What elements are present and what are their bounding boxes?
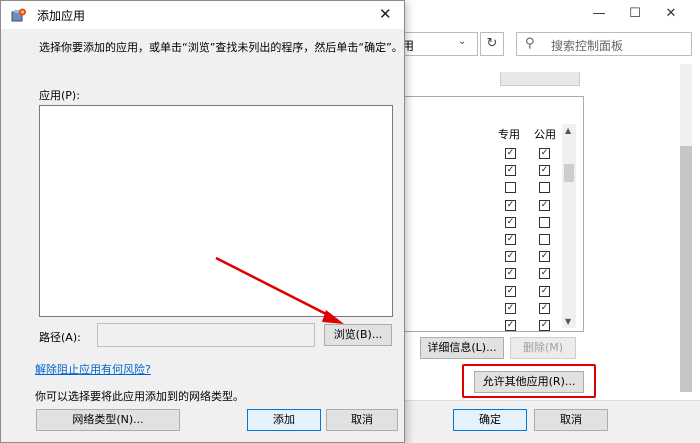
checkbox-public[interactable]: ✓ bbox=[539, 148, 550, 159]
checkbox-public[interactable]: ✓ bbox=[539, 302, 550, 314]
search-input[interactable]: ⚲ 搜索控制面板 bbox=[516, 32, 692, 56]
checkbox-public[interactable] bbox=[539, 216, 550, 228]
allowed-apps-list[interactable] bbox=[404, 96, 584, 332]
checkbox-private[interactable] bbox=[505, 182, 516, 194]
scroll-up-icon[interactable]: ▲ bbox=[565, 126, 571, 135]
delete-button[interactable]: 删除(M) bbox=[510, 337, 576, 359]
col-private-header: 专用 bbox=[498, 128, 520, 141]
checkbox-public[interactable] bbox=[539, 234, 550, 245]
search-icon: ⚲ bbox=[525, 36, 535, 51]
checkbox-private[interactable]: ✓ bbox=[505, 268, 516, 280]
checkbox-public[interactable]: ✓ bbox=[539, 320, 550, 331]
change-settings-button-fragment[interactable] bbox=[500, 72, 580, 86]
firewall-app-icon bbox=[11, 8, 26, 22]
dialog-title: 添加应用 bbox=[37, 9, 86, 23]
network-type-text: 你可以选择要将此应用添加到的网络类型。 bbox=[35, 390, 244, 403]
page-scrollbar-thumb[interactable] bbox=[680, 146, 692, 392]
add-button[interactable]: 添加 bbox=[247, 409, 321, 431]
risk-help-link[interactable]: 解除阻止应用有何风险? bbox=[35, 361, 151, 377]
refresh-icon[interactable]: ↻ bbox=[480, 32, 504, 56]
dialog-titlebar: 添加应用 ✕ bbox=[1, 1, 404, 29]
list-scrollbar[interactable] bbox=[562, 124, 576, 328]
checkbox-private[interactable]: ✓ bbox=[505, 165, 516, 177]
network-type-button[interactable]: 网络类型(N)... bbox=[36, 409, 180, 431]
search-placeholder: 搜索控制面板 bbox=[551, 39, 624, 53]
apps-label: 应用(P): bbox=[39, 89, 80, 102]
checkbox-private[interactable]: ✓ bbox=[505, 234, 516, 245]
checkbox-private[interactable]: ✓ bbox=[505, 216, 516, 228]
col-public-header: 公用 bbox=[534, 128, 556, 141]
path-label: 路径(A): bbox=[39, 331, 81, 344]
checkbox-public[interactable]: ✓ bbox=[539, 268, 550, 280]
checkbox-public[interactable]: ✓ bbox=[539, 199, 550, 211]
checkbox-public[interactable]: ✓ bbox=[539, 165, 550, 177]
close-icon[interactable]: ✕ bbox=[656, 4, 686, 24]
list-scroll-thumb[interactable] bbox=[564, 164, 574, 182]
path-field[interactable] bbox=[97, 323, 315, 347]
dialog-cancel-button[interactable]: 取消 bbox=[326, 409, 398, 431]
highlight-box bbox=[462, 364, 596, 398]
checkbox-public[interactable] bbox=[539, 182, 550, 194]
details-button[interactable]: 详细信息(L)... bbox=[420, 337, 504, 359]
scroll-down-icon[interactable]: ▼ bbox=[565, 317, 571, 326]
checkbox-public[interactable]: ✓ bbox=[539, 251, 550, 263]
minimize-icon[interactable]: — bbox=[584, 4, 614, 24]
browse-button[interactable]: 浏览(B)... bbox=[324, 324, 392, 346]
checkbox-private[interactable]: ✓ bbox=[505, 302, 516, 314]
app-list[interactable] bbox=[39, 105, 393, 317]
add-app-dialog: 添加应用 ✕ 选择你要添加的应用，或单击“浏览”查找未列出的程序，然后单击“确定… bbox=[0, 0, 405, 443]
checkbox-private[interactable]: ✓ bbox=[505, 251, 516, 263]
checkbox-private[interactable]: ✓ bbox=[505, 148, 516, 159]
bg-cancel-button[interactable]: 取消 bbox=[534, 409, 608, 431]
maximize-icon[interactable]: ☐ bbox=[620, 4, 650, 24]
ok-button[interactable]: 确定 bbox=[453, 409, 527, 431]
checkbox-private[interactable]: ✓ bbox=[505, 320, 516, 331]
close-icon[interactable]: ✕ bbox=[379, 5, 392, 23]
checkbox-public[interactable]: ✓ bbox=[539, 285, 550, 297]
chevron-down-icon[interactable]: ⌄ bbox=[458, 36, 466, 47]
instruction-text: 选择你要添加的应用，或单击“浏览”查找未列出的程序，然后单击“确定”。 bbox=[39, 41, 403, 54]
checkbox-private[interactable]: ✓ bbox=[505, 285, 516, 297]
checkbox-private[interactable]: ✓ bbox=[505, 199, 516, 211]
